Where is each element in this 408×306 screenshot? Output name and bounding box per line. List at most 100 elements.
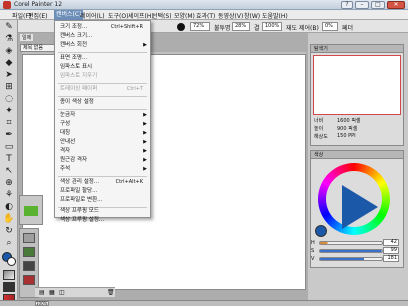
pen-tool-icon[interactable]: ✒ <box>3 130 15 141</box>
menu-item-show-impasto[interactable]: 임파스토 표시 <box>55 63 150 72</box>
navigator-panel: 탐색기 너비 1600 픽셀 높이 900 픽셀 해상도 150 PPI <box>310 44 404 146</box>
pattern-selector[interactable] <box>3 282 15 292</box>
menu-tools[interactable]: 도구(O) <box>108 11 128 20</box>
menu-item-annotations[interactable]: 주석 ▶ <box>55 165 150 174</box>
slider-track-v[interactable] <box>319 257 383 261</box>
menu-item-proofing-mode[interactable]: 색상 프루핑 모드 <box>55 207 150 216</box>
maximize-button[interactable]: □ <box>371 1 385 9</box>
menu-item-grid[interactable]: 격자 ▶ <box>55 147 150 156</box>
layer-thumb-2[interactable] <box>23 247 35 257</box>
slider-value-h[interactable]: 42 <box>383 239 399 246</box>
opacity-field[interactable]: 28% <box>232 22 250 31</box>
menu-effects[interactable]: 효과(T) <box>196 11 215 20</box>
help-button[interactable]: ? <box>341 1 353 9</box>
slider-value-s[interactable]: 99 <box>383 247 399 254</box>
magnifier-icon[interactable]: ⌕ <box>3 238 15 249</box>
crop-tool-icon[interactable]: ⌗ <box>3 118 15 129</box>
minimize-button[interactable]: – <box>355 1 369 9</box>
menu-item-canvas-size[interactable]: 캔버스 크기... <box>55 32 150 41</box>
layer-mask-icon[interactable]: ◫ <box>59 289 65 296</box>
menu-item-convert-profile[interactable]: 프로파일로 변환... <box>55 196 150 205</box>
menu-layer[interactable]: 레이어(L) <box>80 11 105 20</box>
window-title: Corel Painter 12 <box>14 1 63 8</box>
slider-track-h[interactable] <box>319 241 383 245</box>
rubber-stamp-icon[interactable]: ⚘ <box>3 190 15 201</box>
menu-item-guides[interactable]: 안내선 ▶ <box>55 138 150 147</box>
menu-separator <box>58 109 147 110</box>
navigator-title[interactable]: 탐색기 <box>311 45 403 53</box>
height-label: 높이 <box>314 126 324 132</box>
menu-item-rotate-canvas[interactable]: 캔버스 회전 ▶ <box>55 41 150 50</box>
new-layer-icon[interactable]: ▦ <box>49 289 55 296</box>
menu-item-proofing-settings[interactable]: 색상 프루핑 설정... <box>55 216 150 225</box>
brush-preview-panel <box>19 195 43 225</box>
grabber-tool-icon[interactable]: ✋ <box>3 214 15 225</box>
slider-label-v: V <box>311 256 315 262</box>
slider-track-s[interactable] <box>319 249 383 253</box>
submenu-arrow-icon: ▶ <box>143 139 147 145</box>
saturation-value-triangle[interactable] <box>342 185 378 229</box>
menu-bar: 파일(F) 편집(E) 캔버스(C) 레이어(L) 도구(O) 셰이프(H) 선… <box>0 10 408 20</box>
paint-bucket-icon[interactable]: ◈ <box>3 46 15 57</box>
layer-controls-bar: ▤ ▦ ◫ 🗑 <box>35 287 115 297</box>
menu-separator <box>58 176 147 177</box>
lasso-tool-icon[interactable]: ◌ <box>3 94 15 105</box>
slider-value-v[interactable]: 181 <box>383 255 399 262</box>
menu-appearance[interactable]: 모양(M) <box>174 11 195 20</box>
close-button[interactable]: ✕ <box>387 1 405 9</box>
menu-item-rulers[interactable]: 눈금자 ▶ <box>55 111 150 120</box>
brush-dab-icon[interactable] <box>177 23 185 31</box>
submenu-arrow-icon: ▶ <box>143 130 147 136</box>
menu-window[interactable]: 창(W) <box>244 11 260 20</box>
menu-item-tracing-paper[interactable]: 트레이싱 페이퍼 Ctrl+T <box>55 85 150 94</box>
menu-item-symmetry[interactable]: 대칭 ▶ <box>55 129 150 138</box>
shape-selector-icon[interactable]: ↖ <box>3 166 15 177</box>
menu-shape[interactable]: 셰이프(H) <box>128 11 154 20</box>
canvas-menu: 크기 조정... Ctrl+Shift+R 캔버스 크기... 캔버스 회전 ▶ 표… <box>54 20 151 223</box>
layer-options-icon[interactable]: ▤ <box>39 289 45 296</box>
size-field[interactable]: 72% <box>190 22 210 31</box>
eraser-tool-icon[interactable]: ◆ <box>3 58 15 69</box>
blend-field[interactable]: 0% <box>322 22 338 31</box>
opacity-label: 불투명 <box>214 25 231 32</box>
layer-thumb-3[interactable] <box>23 261 35 271</box>
navigator-preview[interactable] <box>313 55 401 115</box>
delete-layer-icon[interactable]: 🗑 <box>107 289 115 296</box>
dropper-tool-icon[interactable]: ⚗ <box>3 34 15 45</box>
text-tool-icon[interactable]: T <box>3 154 15 165</box>
menu-select[interactable]: 선택(S) <box>152 11 172 20</box>
layer-thumb-4[interactable] <box>23 275 35 285</box>
menu-item-resize[interactable]: 크기 조정... Ctrl+Shift+R <box>55 23 150 32</box>
menu-item-surface-lighting[interactable]: 표면 조명... <box>55 54 150 63</box>
layer-thumb-1[interactable] <box>23 233 35 243</box>
layer-adjuster-icon[interactable]: ➤ <box>3 70 15 81</box>
menu-item-paper-color[interactable]: 종이 색상 설정 <box>55 98 150 107</box>
dodge-tool-icon[interactable]: ◐ <box>3 202 15 213</box>
rotate-page-icon[interactable]: ↻ <box>3 226 15 237</box>
submenu-arrow-icon: ▶ <box>143 112 147 118</box>
current-color-chip[interactable] <box>315 225 327 237</box>
rectangle-tool-icon[interactable]: ▭ <box>3 142 15 153</box>
brush-tool-icon[interactable]: ✎ <box>3 22 15 33</box>
submenu-arrow-icon: ▶ <box>143 166 147 172</box>
menu-item-perspective-grid[interactable]: 원근감 격자 ▶ <box>55 156 150 165</box>
shortcut-color-management: Ctrl+Alt+K <box>115 179 143 185</box>
transform-tool-icon[interactable]: ⊞ <box>3 82 15 93</box>
additional-color-chip[interactable] <box>7 257 16 266</box>
color-panel-title[interactable]: 색상 <box>311 151 403 159</box>
brush-stroke-preview <box>24 206 38 216</box>
menu-edit[interactable]: 편집(E) <box>28 11 48 20</box>
menu-item-assign-profile[interactable]: 프로파일 할당... <box>55 187 150 196</box>
paper-selector[interactable] <box>3 270 15 280</box>
menu-item-color-management[interactable]: 색상 관리 설정... Ctrl+Alt+K <box>55 178 150 187</box>
magic-wand-icon[interactable]: ✦ <box>3 106 15 117</box>
menu-item-clear-impasto[interactable]: 임파스토 지우기 <box>55 72 150 81</box>
hue-ring[interactable] <box>318 163 390 235</box>
menu-item-composition[interactable]: 구성 ▶ <box>55 120 150 129</box>
menu-help[interactable]: 도움말(H) <box>262 11 288 20</box>
document-sublabel: 일제 <box>20 34 34 41</box>
menu-movie[interactable]: 동영상(V) <box>218 11 243 20</box>
cloner-tool-icon[interactable]: ⊕ <box>3 178 15 189</box>
zoom-field[interactable]: 100% <box>35 301 49 306</box>
grain-field[interactable]: 100% <box>262 22 282 31</box>
